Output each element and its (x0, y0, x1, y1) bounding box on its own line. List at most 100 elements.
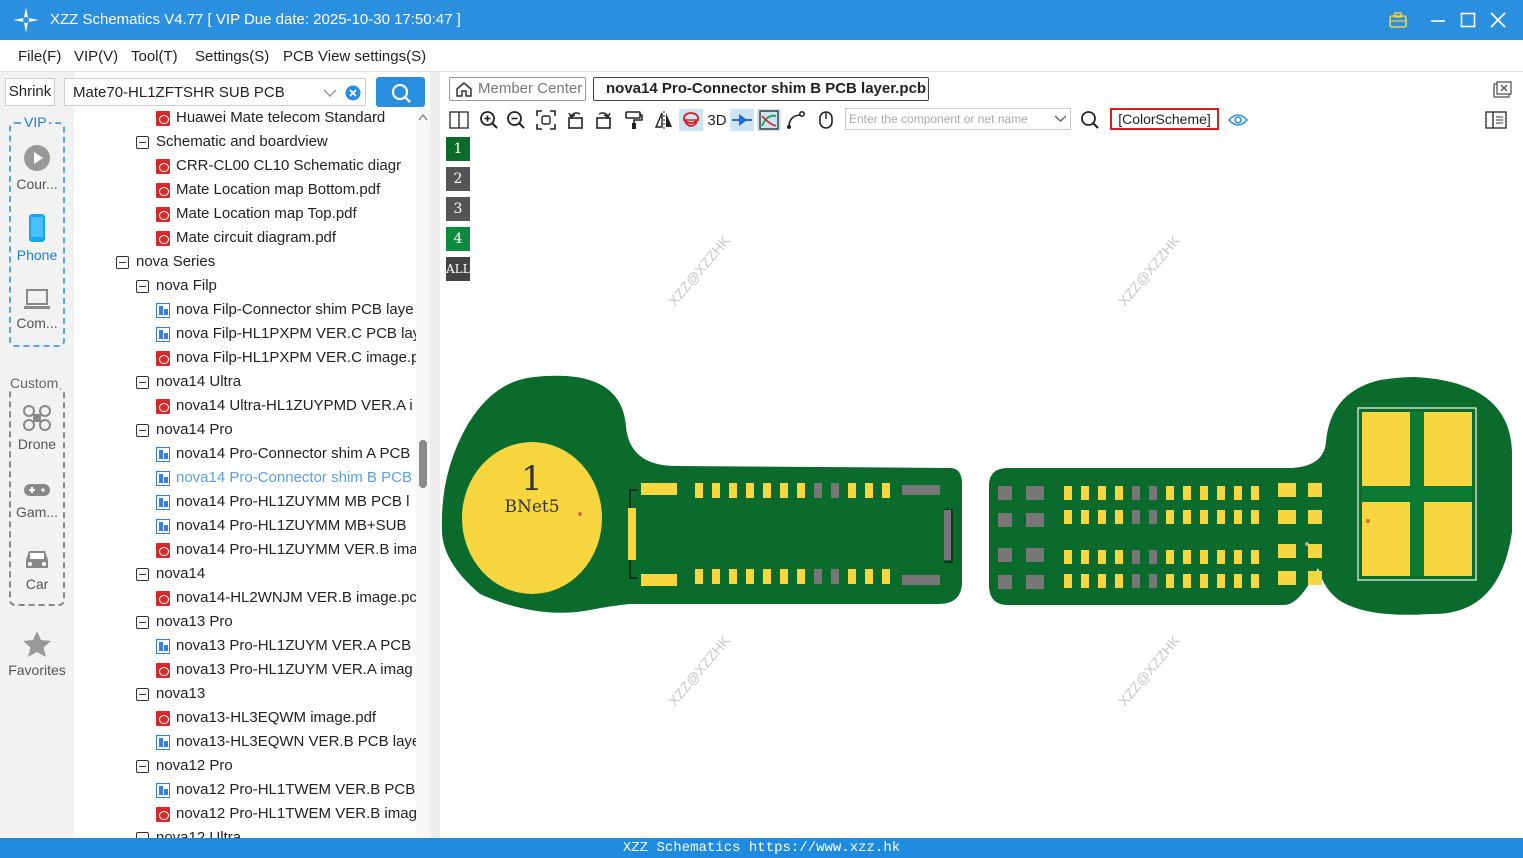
tree-folder[interactable]: nova14 Ultra (74, 370, 416, 394)
menu-pcb-view-settings[interactable]: PCB View settings(S) (283, 48, 426, 65)
pad (814, 483, 822, 498)
tree-folder[interactable]: nova14 (74, 562, 416, 586)
collapse-icon[interactable] (136, 376, 149, 389)
tree-item-label: nova14-HL2WNJM VER.B image.pc (176, 589, 416, 606)
pad (1234, 574, 1242, 588)
menu-tool[interactable]: Tool(T) (131, 48, 178, 65)
tree-file[interactable]: Huawei Mate telecom Standard (74, 108, 416, 130)
tree-file[interactable]: Mate circuit diagram.pdf (74, 226, 416, 250)
tree-file[interactable]: nova Filp-Connector shim PCB laye (74, 298, 416, 322)
tree-scrollbar[interactable] (416, 108, 430, 838)
collapse-icon[interactable] (136, 688, 149, 701)
pad (831, 483, 839, 498)
pad (1217, 510, 1225, 524)
tree-file[interactable]: nova14 Pro-HL1ZUYMM VER.B ima (74, 538, 416, 562)
pcb-file-icon (156, 471, 170, 486)
pad (1308, 544, 1322, 558)
tree-file[interactable]: CRR-CL00 CL10 Schematic diagr (74, 154, 416, 178)
collapse-icon[interactable] (136, 568, 149, 581)
tree-folder[interactable]: nova Filp (74, 274, 416, 298)
chevron-down-icon[interactable] (323, 88, 337, 98)
search-button[interactable] (376, 77, 425, 107)
menu-vip[interactable]: VIP(V) (74, 48, 118, 65)
tree-file[interactable]: nova13-HL3EQWM image.pdf (74, 706, 416, 730)
search-input[interactable] (73, 84, 313, 101)
pad (1183, 550, 1191, 564)
nav-computer[interactable]: Com... (0, 287, 74, 331)
pad (729, 569, 737, 584)
pad (1234, 510, 1242, 524)
tree-file[interactable]: nova13 Pro-HL1ZUYM VER.A PCB l (74, 634, 416, 658)
tree-file[interactable]: nova14 Ultra-HL1ZUYPMD VER.A i (74, 394, 416, 418)
pad (1098, 550, 1106, 564)
menu-file[interactable]: File(F) (18, 48, 61, 65)
pad (1081, 486, 1089, 500)
scroll-up-icon[interactable] (418, 113, 428, 121)
file-tree: Huawei Mate telecom Standard Schematic an… (74, 108, 416, 838)
nav-drone[interactable]: Drone (0, 404, 74, 452)
maximize-button[interactable] (1456, 8, 1480, 32)
tree-item-label: nova Filp-Connector shim PCB laye (176, 301, 414, 318)
pad (1098, 486, 1106, 500)
minimize-button[interactable] (1426, 8, 1450, 32)
nav-car[interactable]: Car (0, 546, 74, 592)
tree-file[interactable]: nova14 Pro-Connector shim A PCB (74, 442, 416, 466)
tree-file[interactable]: nova14-HL2WNJM VER.B image.pc (74, 586, 416, 610)
nav-courses[interactable]: Cour... (0, 144, 74, 192)
nav-phone[interactable]: Phone (0, 213, 74, 263)
tree-file[interactable]: nova13-HL3EQWN VER.B PCB layer (74, 730, 416, 754)
pad (1166, 486, 1174, 500)
tree-file[interactable]: Mate Location map Top.pdf (74, 202, 416, 226)
pad (1166, 574, 1174, 588)
panel-splitter[interactable] (430, 72, 440, 838)
pdf-file-icon (156, 207, 170, 222)
tree-item-label: nova12 Pro-HL1TWEM VER.B imag (176, 805, 416, 822)
pad (1217, 486, 1225, 500)
tree-item-label: nova12 Ultra (156, 829, 242, 838)
tree-folder[interactable]: nova12 Ultra (74, 826, 416, 838)
briefcase-icon[interactable] (1386, 8, 1410, 32)
collapse-icon[interactable] (136, 616, 149, 629)
collapse-icon[interactable] (136, 760, 149, 773)
tree-file[interactable]: nova Filp-HL1PXPM VER.C image.p (74, 346, 416, 370)
scroll-thumb[interactable] (419, 440, 427, 488)
pad (1098, 510, 1106, 524)
tree-file[interactable]: nova12 Pro-HL1TWEM VER.B PCB l (74, 778, 416, 802)
tree-file[interactable]: nova14 Pro-HL1ZUYMM MB PCB l (74, 490, 416, 514)
tree-file[interactable]: nova13 Pro-HL1ZUYM VER.A imag (74, 658, 416, 682)
tree-item-label: nova13 Pro-HL1ZUYM VER.A PCB l (176, 637, 416, 654)
tree-folder[interactable]: nova14 Pro (74, 418, 416, 442)
tree-item-label: nova14 Pro-HL1ZUYMM MB+SUB (176, 517, 407, 534)
tree-folder[interactable]: Schematic and boardview (74, 130, 416, 154)
pad (1308, 483, 1322, 497)
tree-file[interactable]: nova14 Pro-Connector shim B PCB (74, 466, 416, 490)
tree-folder[interactable]: nova12 Pro (74, 754, 416, 778)
collapse-icon[interactable] (136, 136, 149, 149)
pad (1251, 510, 1259, 524)
tree-folder[interactable]: nova Series (74, 250, 416, 274)
tree-file[interactable]: nova14 Pro-HL1ZUYMM MB+SUB (74, 514, 416, 538)
close-button[interactable] (1486, 8, 1510, 32)
menu-settings[interactable]: Settings(S) (195, 48, 269, 65)
nav-favorites-label: Favorites (8, 662, 66, 678)
collapse-icon[interactable] (136, 280, 149, 293)
tree-file[interactable]: nova Filp-HL1PXPM VER.C PCB lay (74, 322, 416, 346)
collapse-icon[interactable] (136, 424, 149, 437)
tree-folder[interactable]: nova13 (74, 682, 416, 706)
tree-file[interactable]: Mate Location map Bottom.pdf (74, 178, 416, 202)
nav-phone-label: Phone (16, 247, 58, 263)
tree-item-label: Mate circuit diagram.pdf (176, 229, 337, 246)
tree-folder[interactable]: nova13 Pro (74, 610, 416, 634)
pcb-canvas[interactable]: XZZ@XZZHK XZZ@XZZHK XZZ@XZZHK XZZ@XZZHK … (440, 72, 1523, 838)
pad (797, 569, 805, 584)
pcb-board-right[interactable] (989, 377, 1512, 615)
tree-file[interactable]: nova12 Pro-HL1TWEM VER.B imag (74, 802, 416, 826)
menu-bar: File(F) VIP(V) Tool(T) Settings(S) PCB V… (0, 40, 1523, 72)
nav-favorites[interactable]: Favorites (0, 630, 74, 678)
pad (797, 483, 805, 498)
pcb-board-left[interactable]: 1 BNet5 (441, 375, 962, 613)
shrink-button[interactable]: Shrink (5, 78, 55, 106)
nav-game[interactable]: Gam... (0, 480, 74, 520)
clear-search-icon[interactable] (345, 85, 361, 101)
collapse-icon[interactable] (116, 256, 129, 269)
